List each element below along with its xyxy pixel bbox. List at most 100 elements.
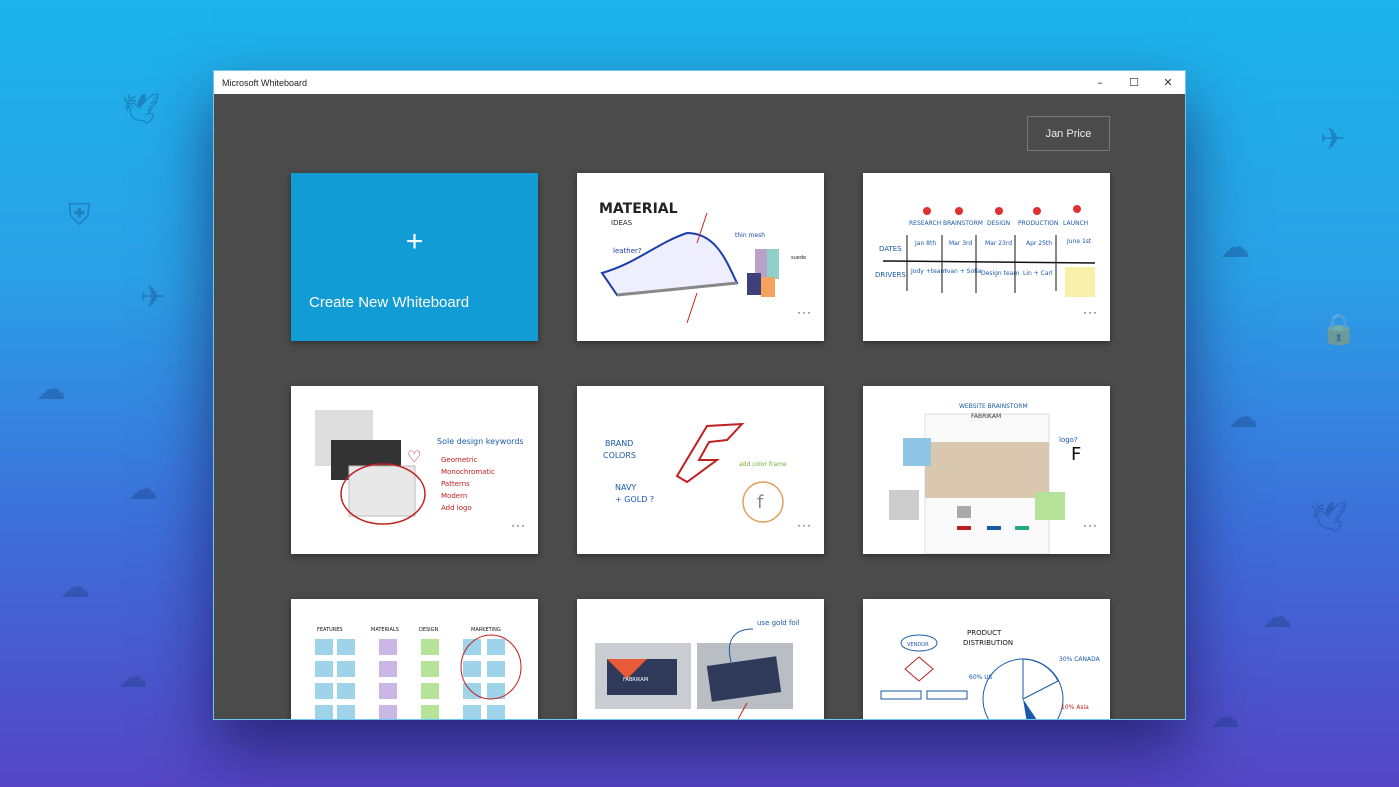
create-new-whiteboard-button[interactable]: + Create New Whiteboard [291, 173, 538, 341]
sticky-note [315, 639, 333, 655]
whiteboard-card-features[interactable]: FEATURES MATERIALS DESIGN MARKETING ··· [291, 599, 538, 719]
more-options-button[interactable]: ··· [1083, 305, 1098, 319]
plus-icon: + [405, 225, 424, 258]
thumb-text: Mar 23rd [985, 240, 1012, 247]
thumb-text: MARKETING [471, 627, 501, 633]
cloud-icon: ☁ [1210, 700, 1240, 735]
thumb-text: DISTRIBUTION [963, 639, 1013, 647]
more-options-button[interactable]: ··· [797, 305, 812, 319]
sticky-note [379, 661, 397, 677]
thumb-text: 60% US [969, 674, 993, 681]
sticky-note [315, 705, 333, 719]
thumb-text: Apr 25th [1026, 240, 1052, 247]
thumb-text: BRAND [605, 439, 633, 448]
thumb-text: RESEARCH [909, 220, 941, 227]
sticky-note [337, 661, 355, 677]
thumb-text: 10% Asia [1061, 704, 1089, 711]
whiteboard-card-timeline[interactable]: RESEARCH BRAINSTORM DESIGN PRODUCTION LA… [863, 173, 1110, 341]
thumb-text: thin mesh [735, 232, 765, 239]
whiteboard-card-business-cards[interactable]: FABRIKAM use gold foil ··· [577, 599, 824, 719]
thumb-text: Mar 3rd [949, 240, 972, 247]
thumb-text: IDEAS [611, 219, 633, 227]
sticky-note [487, 661, 505, 677]
sticky-note [421, 683, 439, 699]
thumb-text: Geometric [441, 456, 478, 464]
whiteboard-card-material-ideas[interactable]: MATERIAL IDEAS leather? thin mesh suede … [577, 173, 824, 341]
app-window: Microsoft Whiteboard – ☐ ✕ Jan Price + C… [213, 70, 1186, 720]
cloud-icon: ☁ [1262, 600, 1292, 635]
thumb-text: use gold foil [757, 619, 800, 627]
sticky-note [337, 705, 355, 719]
thumb-text: FEATURES [317, 627, 343, 633]
heart-doodle: ♡ [407, 447, 421, 466]
lock-icon: 🔒 [1320, 312, 1358, 347]
thumb-text: leather? [613, 247, 642, 255]
thumb-text: DESIGN [419, 627, 439, 633]
thumb-text: MATERIAL [599, 201, 678, 217]
thumb-text: WEBSITE BRAINSTORM [959, 403, 1028, 410]
cloud-icon: ☁ [128, 472, 158, 507]
sticky-note [463, 705, 481, 719]
thumb-text: Sole design keywords [437, 437, 524, 446]
more-options-button[interactable]: ··· [511, 518, 526, 532]
bird-icon: 🕊 [1310, 500, 1349, 535]
thumb-text: Ivan + Sofia [945, 268, 982, 275]
more-options-button[interactable]: ··· [1083, 518, 1098, 532]
cloud-icon: ☁ [1220, 230, 1250, 265]
more-options-button[interactable]: ··· [1083, 713, 1098, 719]
sticky-note [379, 705, 397, 719]
thumb-text: LAUNCH [1063, 220, 1088, 227]
minimize-button[interactable]: – [1083, 76, 1117, 89]
sticky-note [379, 639, 397, 655]
sticky-note [487, 639, 505, 655]
sticky-note [463, 661, 481, 677]
thumb-text: FABRIKAM [971, 413, 1001, 420]
thumb-text: MATERIALS [371, 627, 399, 633]
thumb-text: 30% CANADA [1059, 656, 1101, 663]
more-options-button[interactable]: ··· [511, 713, 526, 719]
title-bar: Microsoft Whiteboard – ☐ ✕ [214, 71, 1185, 94]
thumb-text: suede [791, 255, 806, 261]
thumb-text: DATES [879, 245, 902, 253]
sticky-note [337, 639, 355, 655]
bird-icon: 🕊 [122, 92, 161, 127]
thumb-text: + GOLD ? [615, 495, 654, 504]
thumb-text: DRIVERS [875, 271, 906, 279]
thumb-text: Lin + Carl [1023, 270, 1053, 277]
thumb-text: Add logo [441, 504, 472, 512]
window-title: Microsoft Whiteboard [222, 77, 308, 88]
more-options-button[interactable]: ··· [797, 713, 812, 719]
thumb-text: FABRIKAM [623, 677, 648, 683]
whiteboard-card-brand-colors[interactable]: BRAND COLORS NAVY + GOLD ? add color fra… [577, 386, 824, 554]
sticky-note [421, 639, 439, 655]
cloud-icon: ☁ [1228, 400, 1258, 435]
thumb-text: DESIGN [987, 220, 1010, 227]
thumb-text: Monochromatic [441, 468, 495, 476]
whiteboard-card-website-brainstorm[interactable]: WEBSITE BRAINSTORM FABRIKAM logo? F ··· [863, 386, 1110, 554]
thumb-text: Design team [981, 270, 1019, 277]
thumb-text: logo? [1059, 436, 1078, 444]
sticky-note [379, 683, 397, 699]
shield-icon: ⛨ [68, 198, 91, 233]
sticky-note [315, 683, 333, 699]
create-label: Create New Whiteboard [309, 294, 470, 311]
sticky-note [463, 639, 481, 655]
cloud-image-icon: ☁ [60, 570, 90, 605]
whiteboard-card-sole-design[interactable]: Sole design keywords Geometric Monochrom… [291, 386, 538, 554]
thumb-text: NAVY [615, 483, 636, 492]
sticky-note [421, 705, 439, 719]
thumb-text: COLORS [603, 451, 636, 460]
paper-plane-icon: ✈ [1320, 122, 1346, 157]
maximize-button[interactable]: ☐ [1117, 76, 1151, 89]
sticky-note [421, 661, 439, 677]
thumb-text: Jody +team [910, 268, 946, 275]
svg-text:f: f [757, 492, 764, 513]
close-button[interactable]: ✕ [1151, 76, 1185, 89]
cloud-icon: ☁ [36, 372, 66, 407]
more-options-button[interactable]: ··· [797, 518, 812, 532]
thumb-text: Jan 8th [914, 240, 936, 247]
whiteboard-card-product-distribution[interactable]: PRODUCT DISTRIBUTION VENDOR 30% CANADA 6… [863, 599, 1110, 719]
user-account-button[interactable]: Jan Price [1027, 116, 1110, 151]
logo-sketch [675, 422, 745, 484]
sticky-note [315, 661, 333, 677]
